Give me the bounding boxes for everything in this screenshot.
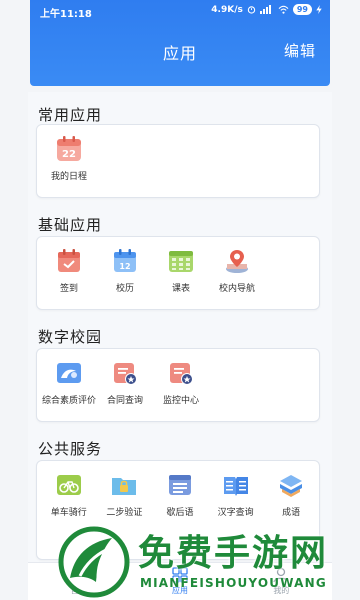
contract-search-icon xyxy=(114,363,137,385)
app-idiom[interactable]: 成语 xyxy=(263,471,319,518)
app-label: 我的日程 xyxy=(50,172,87,182)
app-header: 上午11:18 4.9K/s 99 应用 编辑 xyxy=(30,0,330,86)
svg-text:12: 12 xyxy=(119,262,130,271)
bicycle-icon xyxy=(56,475,81,495)
app-two-step-verification[interactable]: 二步验证 xyxy=(97,471,153,518)
monitor-center-icon xyxy=(170,363,193,385)
app-contract-query[interactable]: 合同查询 xyxy=(97,359,153,406)
app-label: 监控中心 xyxy=(162,396,199,406)
section-title-common: 常用应用 xyxy=(38,106,103,124)
card-basic-apps: 签到 12 校历 课表 校内导航 xyxy=(36,236,320,310)
battery-level: 99 xyxy=(292,4,312,15)
wifi-icon xyxy=(278,5,289,14)
network-speed: 4.9K/s xyxy=(211,4,243,15)
section-title-public-services: 公共服务 xyxy=(38,440,103,458)
app-campus-navigation[interactable]: 校内导航 xyxy=(209,247,265,294)
app-chinese-character-query[interactable]: 汉字查询 xyxy=(208,471,264,518)
app-label: 成语 xyxy=(282,508,301,518)
status-time: 上午11:18 xyxy=(40,9,92,20)
app-label: 校历 xyxy=(115,284,134,294)
watermark-title: 免费手游网 xyxy=(138,533,329,574)
app-monitoring-center[interactable]: 监控中心 xyxy=(153,359,209,406)
alarm-icon xyxy=(247,6,256,14)
charging-icon xyxy=(316,5,322,14)
app-my-schedule[interactable]: 22 我的日程 xyxy=(39,135,99,182)
app-xiehouyu[interactable]: 歇后语 xyxy=(152,471,208,518)
app-label: 二步验证 xyxy=(106,508,143,518)
calendar-22-icon: 22 xyxy=(57,136,81,161)
app-label: 校内导航 xyxy=(218,284,255,294)
school-calendar-icon: 12 xyxy=(114,249,136,272)
sign-in-calendar-icon xyxy=(58,249,80,272)
two-step-lock-icon xyxy=(112,478,137,495)
status-right: 4.9K/s 99 xyxy=(211,4,322,15)
app-screen: 上午11:18 4.9K/s 99 应用 编辑 常用应用 22 我的日程 基础应… xyxy=(0,0,360,600)
app-label: 歇后语 xyxy=(166,508,194,518)
timetable-grid-icon xyxy=(169,251,193,272)
app-label: 综合素质评价 xyxy=(41,396,96,406)
app-school-calendar[interactable]: 12 校历 xyxy=(97,247,153,294)
app-label: 汉字查询 xyxy=(217,508,254,518)
app-sign-in[interactable]: 签到 xyxy=(41,247,97,294)
section-title-basic: 基础应用 xyxy=(38,216,103,234)
app-label: 单车骑行 xyxy=(50,508,87,518)
card-digital-campus: 综合素质评价 合同查询 监控中心 xyxy=(36,348,320,422)
app-label: 签到 xyxy=(59,284,78,294)
app-quality-evaluation[interactable]: 综合素质评价 xyxy=(41,359,97,406)
edit-button[interactable]: 编辑 xyxy=(284,40,316,61)
map-pin-icon xyxy=(226,250,248,273)
app-timetable[interactable]: 课表 xyxy=(153,247,209,294)
app-label: 合同查询 xyxy=(106,396,143,406)
card-common-apps: 22 我的日程 xyxy=(36,124,320,198)
signal-icon xyxy=(259,5,271,14)
section-title-digital-campus: 数字校园 xyxy=(38,328,103,346)
saying-list-icon xyxy=(168,475,191,495)
status-bar: 上午11:18 4.9K/s 99 xyxy=(30,0,330,24)
svg-text:22: 22 xyxy=(62,149,76,160)
book-icon xyxy=(223,477,248,496)
watermark-subtitle: MIANFEISHOUYOUWANG xyxy=(140,576,327,590)
watermark: 免费手游网 MIANFEISHOUYOUWANG xyxy=(58,522,358,600)
evaluation-icon xyxy=(57,363,81,383)
app-bike-riding[interactable]: 单车骑行 xyxy=(41,471,97,518)
app-label: 课表 xyxy=(171,284,190,294)
watermark-logo-icon xyxy=(58,526,130,598)
idiom-books-icon xyxy=(280,475,303,497)
